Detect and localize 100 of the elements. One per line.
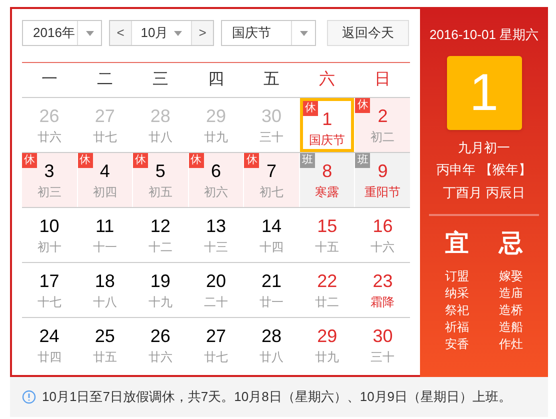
- inauspicious-heading: 忌: [499, 229, 523, 259]
- inauspicious-activity: 嫁娶: [499, 268, 523, 285]
- today-button[interactable]: 返回今天: [327, 20, 409, 46]
- lunar-date: 廿四: [37, 349, 62, 365]
- lunar-date: 十七: [37, 294, 62, 310]
- lunar-date: 初四: [92, 184, 117, 200]
- info-icon: [22, 390, 36, 404]
- lunar-date: 初七: [260, 184, 284, 200]
- day-number: 28: [150, 105, 170, 127]
- caret-icon: [300, 30, 308, 36]
- weekday-label: 四: [206, 70, 225, 90]
- lunar-date: 寒露: [315, 184, 340, 200]
- day-number: 6: [210, 160, 221, 182]
- day-number: 16: [372, 215, 393, 237]
- lunar-date: 初二: [370, 129, 395, 145]
- day-number: 24: [39, 325, 60, 347]
- lunar-date: 廿七: [92, 129, 117, 145]
- day-cell[interactable]: 休 2 初二: [355, 98, 410, 152]
- day-cell[interactable]: 班 9 重阳节: [355, 153, 410, 207]
- day-number: 1: [322, 108, 332, 130]
- holiday-badge: 休: [133, 153, 148, 168]
- inauspicious-activity: 造船: [499, 319, 523, 336]
- lunar-date: 廿九: [204, 129, 228, 145]
- day-number: 26: [39, 105, 60, 127]
- lunar-info: 九月初一: [458, 138, 510, 156]
- day-number: 18: [94, 270, 115, 292]
- day-number: 19: [150, 270, 170, 292]
- lunar-date: 三十: [260, 129, 284, 145]
- day-number: 26: [150, 325, 170, 347]
- lunar-date: 重阳节: [364, 184, 401, 200]
- previous-month-button[interactable]: <: [110, 21, 132, 45]
- day-number: 25: [94, 325, 115, 347]
- auspicious-activity: 安香: [445, 336, 469, 353]
- day-number: 30: [262, 105, 282, 127]
- day-number: 9: [378, 160, 388, 182]
- lunar-date: 廿八: [260, 349, 284, 365]
- day-number: 20: [206, 270, 226, 292]
- day-cell[interactable]: 休 5 初五: [133, 153, 188, 207]
- day-number: 28: [262, 325, 282, 347]
- holiday-badge: 休: [188, 153, 204, 168]
- lunar-date: 十五: [315, 239, 340, 255]
- workday-badge: 班: [300, 153, 315, 168]
- day-cell[interactable]: 班 8 寒露: [300, 153, 354, 207]
- weekday-label: 日: [373, 70, 392, 90]
- workday-badge: 班: [355, 153, 370, 168]
- lunar-date: 三十: [370, 349, 395, 365]
- day-number: 27: [206, 325, 226, 347]
- lunar-date: 廿八: [148, 129, 172, 145]
- day-number: 4: [100, 160, 110, 182]
- day-number: 30: [372, 325, 393, 347]
- lunar-date: 十三: [204, 239, 228, 255]
- day-number: 8: [322, 160, 332, 182]
- holiday-dropdown[interactable]: 国庆节: [221, 20, 316, 46]
- lunar-date: 十八: [92, 294, 117, 310]
- day-cell[interactable]: 休 7 初七: [244, 153, 299, 207]
- lunar-date: 十四: [260, 239, 284, 255]
- lunar-date: 霜降: [370, 294, 395, 310]
- auspicious-activity: 纳采: [445, 285, 469, 302]
- inauspicious-activity: 作灶: [499, 336, 523, 353]
- lunar-date: 廿九: [315, 349, 340, 365]
- caret-icon: [86, 30, 94, 36]
- day-number: 29: [206, 105, 226, 127]
- day-number: 2: [378, 105, 388, 127]
- lunar-date: 初三: [37, 184, 62, 200]
- day-cell[interactable]: 休 1 国庆节: [300, 98, 354, 152]
- caret-icon: [174, 30, 182, 36]
- weekday-label: 二: [96, 70, 114, 90]
- day-number: 23: [372, 270, 393, 292]
- day-number: 27: [94, 105, 115, 127]
- month-text: 10月: [140, 24, 168, 42]
- day-number: 14: [262, 215, 282, 237]
- day-cell[interactable]: 休 6 初六: [188, 153, 244, 207]
- lunar-date: 廿七: [204, 349, 228, 365]
- day-number: 10: [39, 215, 60, 237]
- holiday-badge: 休: [355, 98, 370, 113]
- day-number: 21: [262, 270, 282, 292]
- lunar-date: 十六: [370, 239, 395, 255]
- lunar-date: 廿一: [260, 294, 284, 310]
- auspicious-activity: 订盟: [445, 268, 469, 285]
- day-number: 15: [317, 215, 338, 237]
- day-cell[interactable]: 休 4 初四: [78, 153, 132, 207]
- day-number: 12: [150, 215, 170, 237]
- weekday-label: 一: [40, 70, 59, 90]
- auspicious-activity: 祈福: [445, 319, 469, 336]
- lunar-date: 十九: [148, 294, 172, 310]
- day-number: 3: [44, 160, 54, 182]
- lunar-date: 十一: [92, 239, 117, 255]
- weekday-label: 三: [152, 70, 170, 90]
- year-dropdown[interactable]: 2016年: [22, 20, 102, 46]
- day-cell[interactable]: 休 3 初三: [22, 153, 77, 207]
- holiday-badge: 休: [302, 101, 318, 116]
- weekday-label: 五: [262, 70, 280, 90]
- next-month-button[interactable]: >: [191, 21, 213, 45]
- lunar-date: 廿五: [92, 349, 117, 365]
- lunar-date: 国庆节: [309, 132, 346, 148]
- lunar-date: 初六: [204, 184, 228, 200]
- auspicious-heading: 宜: [445, 229, 469, 259]
- inauspicious-activity: 造庙: [499, 285, 523, 302]
- holiday-badge: 休: [78, 153, 93, 168]
- holiday-badge: 休: [244, 153, 260, 168]
